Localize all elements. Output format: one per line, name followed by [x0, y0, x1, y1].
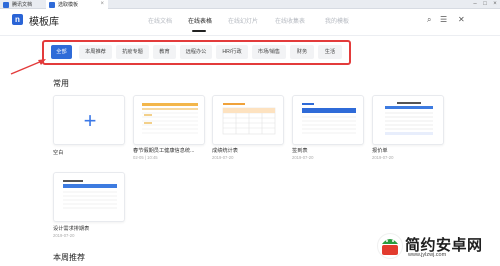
card-name: 成绩统计表 [212, 148, 238, 154]
card-date: 2019-07-20 [372, 155, 394, 160]
template-thumbnail [63, 180, 117, 209]
menu-icon[interactable]: ☰ [440, 15, 447, 24]
category-epidemic[interactable]: 抗疫专题 [116, 45, 149, 59]
window-tab-label: 腾讯文档 [12, 2, 33, 8]
tencent-docs-icon [3, 1, 9, 8]
header-divider [0, 35, 500, 36]
card-name: 空白 [53, 150, 64, 156]
category-remote-work[interactable]: 远程办公 [180, 45, 212, 59]
page-title: 模板库 [29, 17, 59, 28]
tencent-docs-icon [49, 1, 55, 8]
close-icon[interactable]: × [100, 1, 104, 7]
card-date: 2019-07-20 [212, 155, 234, 160]
template-card-quotation[interactable] [372, 95, 444, 145]
app-logo-icon[interactable]: n [12, 14, 23, 25]
nav-tab-my-templates[interactable]: 我的模板 [325, 16, 349, 25]
section-title-common: 常用 [53, 79, 69, 88]
nav-tab-online-forms[interactable]: 在线收集表 [275, 16, 305, 25]
category-life[interactable]: 生活 [318, 45, 342, 59]
card-name: 设计需求排期表 [53, 226, 90, 232]
close-icon[interactable]: ✕ [458, 15, 465, 24]
card-date: 02-05 | 10:45 [133, 155, 158, 160]
plus-icon: + [83, 108, 97, 133]
category-hr-admin[interactable]: HR/行政 [216, 45, 248, 59]
category-marketing-sales[interactable]: 市场/销售 [252, 45, 286, 59]
template-thumbnail [302, 103, 356, 134]
section-title-weekly-picks: 本周推荐 [53, 253, 85, 262]
window-tab-strip: 腾讯文档 选取模板 × – □ × [0, 0, 500, 9]
card-name: 春节假期员工健康信息统... [133, 148, 195, 154]
template-thumbnail [142, 103, 198, 134]
nav-tab-online-sheets[interactable]: 在线表格 [188, 16, 212, 25]
template-thumbnail [385, 102, 433, 135]
window-close-icon[interactable]: × [490, 0, 500, 9]
template-card-health-info[interactable] [133, 95, 205, 145]
template-card-sign-in[interactable] [292, 95, 364, 145]
template-card-design-schedule[interactable] [53, 172, 125, 222]
android-logo-icon [377, 233, 403, 259]
window-tab-select-template[interactable]: 选取模板 × [46, 0, 108, 9]
maximize-icon[interactable]: □ [480, 0, 490, 9]
category-education[interactable]: 教育 [153, 45, 176, 59]
template-card-blank[interactable]: + [53, 95, 125, 145]
template-thumbnail [222, 103, 276, 135]
card-name: 报价单 [372, 148, 388, 154]
window-tab-label: 选取模板 [58, 2, 79, 8]
card-date: 2019-07-20 [292, 155, 314, 160]
search-icon[interactable]: ⌕ [427, 15, 431, 25]
category-all[interactable]: 全部 [51, 45, 72, 59]
minimize-icon[interactable]: – [470, 0, 480, 9]
nav-tab-online-slides[interactable]: 在线幻灯片 [228, 16, 258, 25]
window-tab-tencent-docs[interactable]: 腾讯文档 [0, 0, 46, 9]
nav-tab-online-docs[interactable]: 在线文档 [148, 16, 172, 25]
watermark-url: www.jylzwj.com [408, 252, 447, 258]
card-name: 签到表 [292, 148, 308, 154]
category-finance[interactable]: 财务 [290, 45, 314, 59]
category-weekly-picks[interactable]: 本周推荐 [79, 45, 112, 59]
active-tab-indicator [192, 30, 206, 32]
annotation-arrow-icon [10, 59, 46, 75]
template-card-grade-stats[interactable] [212, 95, 284, 145]
card-date: 2019-07-20 [53, 233, 75, 238]
